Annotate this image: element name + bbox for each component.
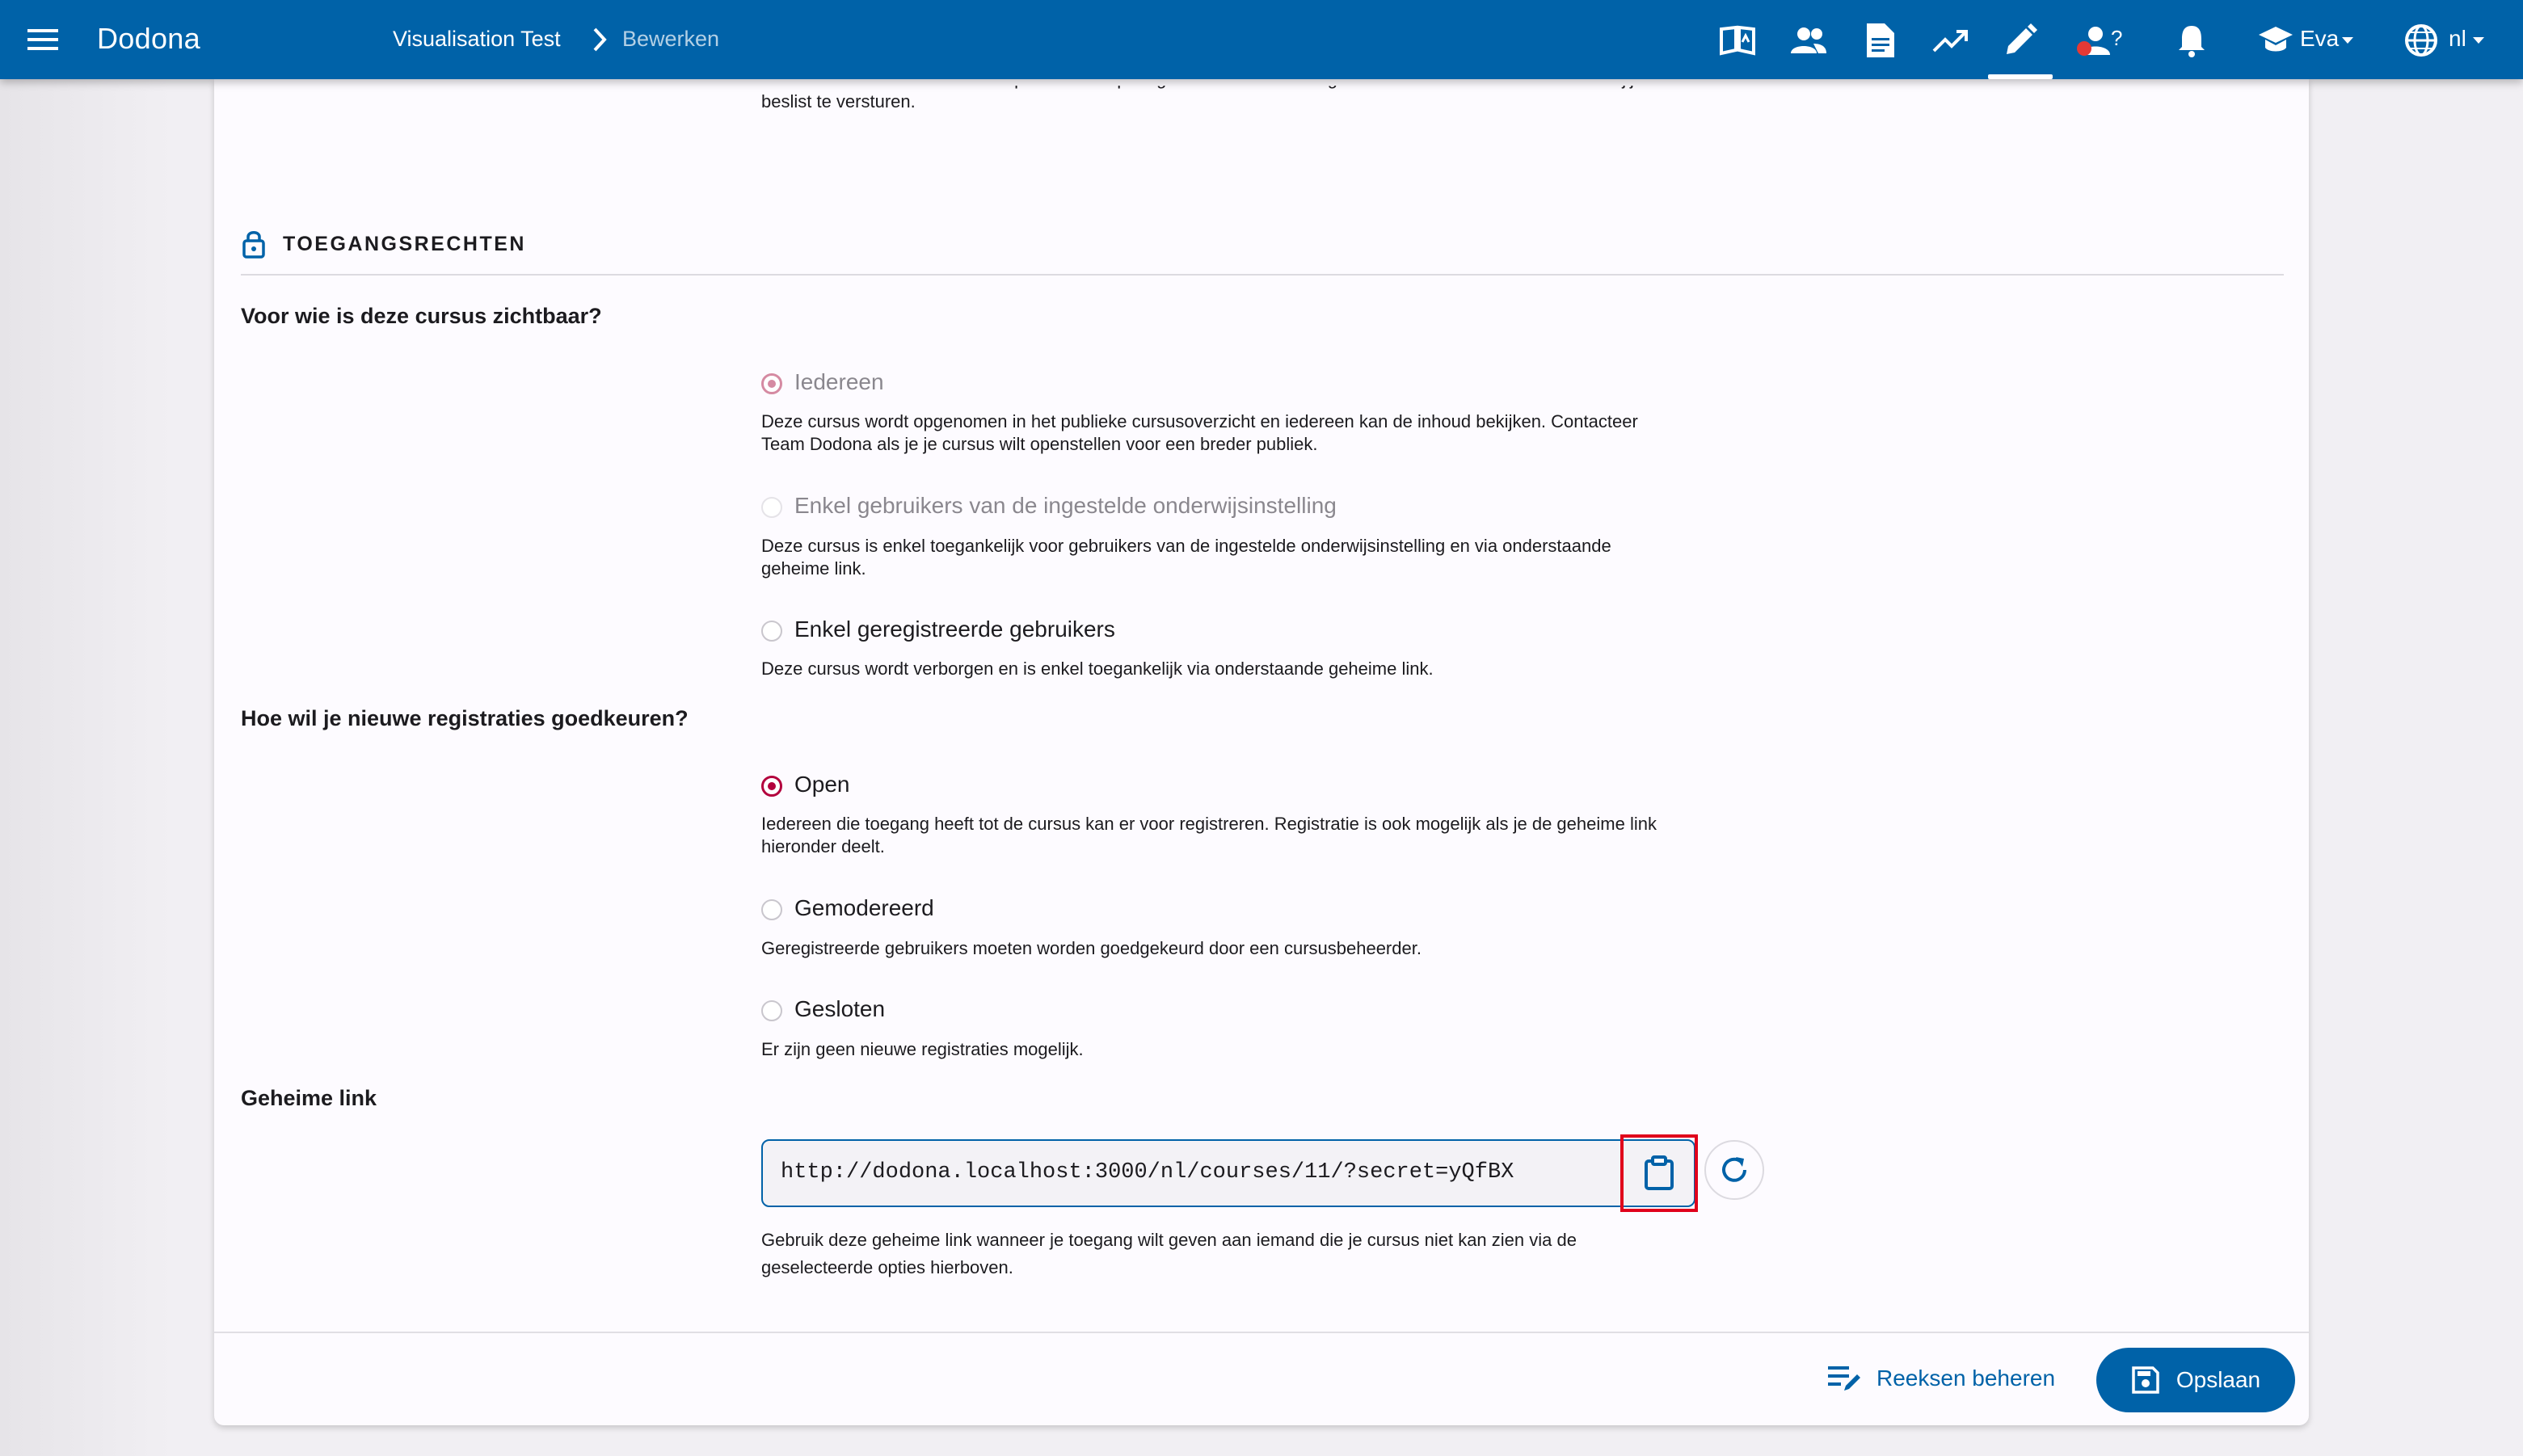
- edit-list-icon: [1828, 1366, 1860, 1391]
- globe-icon[interactable]: [2402, 21, 2441, 60]
- app-brand[interactable]: Dodona: [97, 22, 200, 56]
- visibility-label-institution[interactable]: Enkel gebruikers van de ingestelde onder…: [794, 493, 1337, 519]
- secret-link-help-2: geselecteerde opties hierboven.: [761, 1257, 1013, 1277]
- save-button[interactable]: Opslaan: [2096, 1348, 2295, 1412]
- top-app-bar: Dodona Visualisation Test Bewerken ? Eva…: [0, 0, 2523, 79]
- secret-link-field[interactable]: http://dodona.localhost:3000/nl/courses/…: [761, 1139, 1695, 1207]
- visibility-desc-institution-1: Deze cursus is enkel toegankelijk voor g…: [761, 536, 1611, 556]
- users-icon[interactable]: [1789, 21, 1828, 60]
- registration-label-moderated[interactable]: Gemodereerd: [794, 895, 934, 921]
- chevron-down-icon: [2342, 37, 2353, 44]
- visibility-label-everyone[interactable]: Iedereen: [794, 369, 884, 395]
- user-menu[interactable]: Eva: [2300, 26, 2339, 52]
- chevron-right-icon: [588, 24, 613, 55]
- visibility-radio-institution[interactable]: [761, 497, 782, 518]
- manage-series-label[interactable]: Reeksen beheren: [1876, 1366, 2055, 1391]
- breadcrumb-course[interactable]: Visualisation Test: [393, 27, 561, 52]
- clipboard-icon: [1645, 1155, 1674, 1190]
- visibility-desc-registered: Deze cursus wordt verborgen en is enkel …: [761, 659, 1434, 679]
- secret-link-label: Geheime link: [241, 1086, 377, 1110]
- active-tab-indicator: [1988, 74, 2053, 79]
- registration-desc-open-1: Iedereen die toegang heeft tot de cursus…: [761, 814, 1657, 834]
- lock-icon: [241, 229, 267, 259]
- registration-desc-moderated: Geregistreerde gebruikers moeten worden …: [761, 938, 1422, 958]
- pencil-icon[interactable]: [2001, 21, 2040, 60]
- visibility-desc-everyone-2: Team Dodona als je je cursus wilt openst…: [761, 434, 1318, 454]
- registration-label-open[interactable]: Open: [794, 772, 850, 797]
- course-settings-card: [214, 79, 2309, 1425]
- regenerate-secret-link-button[interactable]: [1704, 1140, 1764, 1200]
- bar-overlap: [214, 79, 2309, 86]
- save-label[interactable]: Opslaan: [2176, 1367, 2260, 1393]
- section-title-access: TOEGANGSRECHTEN: [283, 233, 526, 255]
- menu-icon[interactable]: [24, 21, 61, 58]
- llm-description-line2: beslist te versturen.: [761, 91, 916, 112]
- registration-desc-open-2: hieronder deelt.: [761, 836, 885, 856]
- bell-icon[interactable]: [2172, 21, 2211, 60]
- book-icon[interactable]: [1718, 21, 1757, 60]
- visibility-radio-registered[interactable]: [761, 621, 782, 642]
- registration-question: Hoe wil je nieuwe registraties goedkeure…: [241, 706, 689, 730]
- visibility-desc-institution-2: geheime link.: [761, 558, 866, 579]
- secret-link-help-1: Gebruik deze geheime link wanneer je toe…: [761, 1230, 1577, 1250]
- section-divider: [241, 274, 2284, 276]
- school-icon[interactable]: [2256, 21, 2295, 60]
- visibility-radio-everyone[interactable]: [761, 373, 782, 394]
- refresh-icon: [1722, 1157, 1746, 1182]
- visibility-desc-everyone-1: Deze cursus wordt opgenomen in het publi…: [761, 411, 1638, 431]
- breadcrumb-current: Bewerken: [622, 27, 720, 51]
- language-menu[interactable]: nl: [2449, 26, 2466, 52]
- manage-series-button[interactable]: Reeksen beheren: [1828, 1354, 2055, 1403]
- registration-label-closed[interactable]: Gesloten: [794, 996, 885, 1022]
- copy-secret-link-button[interactable]: [1620, 1134, 1698, 1212]
- page-background: [0, 79, 214, 1456]
- visibility-label-registered[interactable]: Enkel geregistreerde gebruikers: [794, 616, 1115, 642]
- document-icon[interactable]: [1860, 21, 1899, 60]
- visibility-question: Voor wie is deze cursus zichtbaar?: [241, 304, 602, 328]
- registration-radio-open[interactable]: [761, 776, 782, 797]
- trending-up-icon[interactable]: [1931, 21, 1970, 60]
- footer-divider: [214, 1332, 2309, 1333]
- registration-desc-closed: Er zijn geen nieuwe registraties mogelij…: [761, 1039, 1084, 1059]
- registration-radio-moderated[interactable]: [761, 899, 782, 920]
- user-help-icon[interactable]: ?: [2069, 21, 2125, 60]
- registration-radio-closed[interactable]: [761, 1000, 782, 1021]
- chevron-down-icon: [2473, 37, 2484, 44]
- secret-link-value[interactable]: http://dodona.localhost:3000/nl/courses/…: [781, 1160, 1514, 1185]
- save-icon: [2132, 1366, 2159, 1394]
- help-mark: ?: [2111, 26, 2123, 50]
